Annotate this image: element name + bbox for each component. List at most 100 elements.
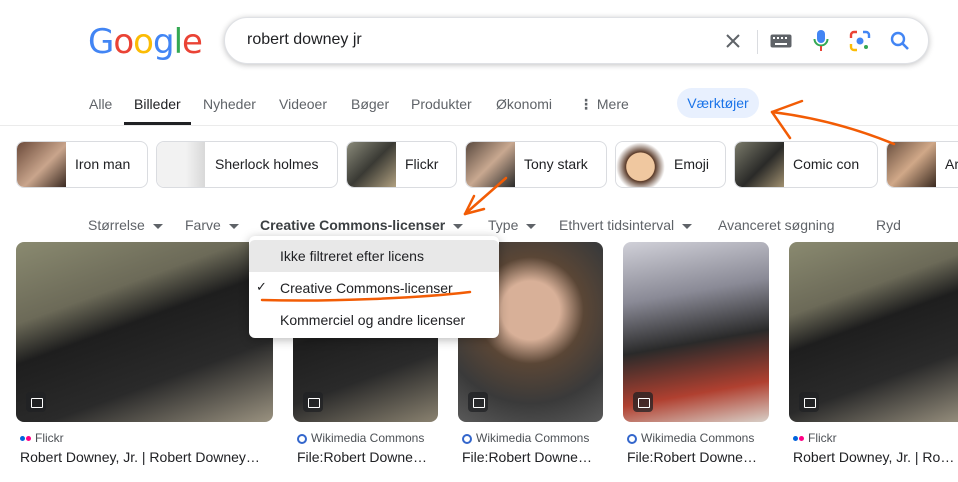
flickr-icon bbox=[793, 435, 804, 442]
flickr-icon bbox=[20, 435, 31, 442]
result-source[interactable]: Flickr bbox=[793, 431, 837, 445]
license-option-commercial[interactable]: Kommerciel og andre licenser bbox=[249, 304, 499, 336]
caret-down-icon bbox=[152, 223, 163, 229]
chip-label: Tony stark bbox=[524, 156, 588, 172]
filter-color[interactable]: Farve bbox=[185, 217, 239, 233]
google-logo[interactable]: Google bbox=[88, 22, 203, 62]
chip-flickr[interactable]: Flickr bbox=[346, 141, 457, 188]
result-source-label: Wikimedia Commons bbox=[641, 431, 755, 445]
tab-videoer[interactable]: Videoer bbox=[279, 96, 327, 112]
chip-label: Sherlock holmes bbox=[215, 156, 319, 172]
mic-icon[interactable] bbox=[808, 28, 834, 54]
result-source-label: Wikimedia Commons bbox=[476, 431, 590, 445]
image-icon bbox=[468, 392, 488, 412]
license-option-label: Ikke filtreret efter licens bbox=[280, 248, 424, 264]
chip-thumbnail bbox=[735, 142, 784, 187]
wikimedia-icon bbox=[627, 433, 637, 444]
search-input[interactable]: robert downey jr bbox=[247, 31, 362, 49]
tab-alle[interactable]: Alle bbox=[89, 96, 112, 112]
result-source[interactable]: Wikimedia Commons bbox=[627, 431, 754, 445]
search-divider bbox=[757, 30, 758, 54]
tab-more[interactable]: ⋮ Mere bbox=[579, 96, 629, 113]
chip-iron-man[interactable]: Iron man bbox=[16, 141, 148, 188]
license-option-unfiltered[interactable]: Ikke filtreret efter licens bbox=[249, 240, 499, 272]
result-title[interactable]: File:Robert Downe… bbox=[627, 449, 767, 465]
image-icon bbox=[799, 392, 819, 412]
tools-button[interactable]: Værktøjer bbox=[677, 88, 759, 118]
license-option-label: Creative Commons-licenser bbox=[280, 280, 453, 296]
license-dropdown-menu: Ikke filtreret efter licens ✓ Creative C… bbox=[249, 236, 499, 338]
caret-down-icon bbox=[453, 223, 464, 229]
caret-down-icon bbox=[682, 223, 693, 229]
advanced-search-link[interactable]: Avanceret søgning bbox=[718, 217, 834, 233]
result-title[interactable]: File:Robert Downe… bbox=[462, 449, 602, 465]
image-icon bbox=[633, 392, 653, 412]
image-result-4[interactable] bbox=[623, 242, 769, 422]
filter-type[interactable]: Type bbox=[488, 217, 537, 233]
chip-label: Emoji bbox=[674, 156, 710, 172]
chip-thumbnail bbox=[616, 142, 665, 187]
filter-type-label: Type bbox=[488, 217, 519, 233]
chip-emoji[interactable]: Emoji bbox=[615, 141, 726, 188]
filter-color-label: Farve bbox=[185, 217, 221, 233]
chip-thumbnail bbox=[17, 142, 66, 187]
chip-sherlock-holmes[interactable]: Sherlock holmes bbox=[156, 141, 338, 188]
filter-license[interactable]: Creative Commons-licenser bbox=[260, 217, 464, 233]
image-result-5[interactable] bbox=[789, 242, 958, 422]
result-source[interactable]: Wikimedia Commons bbox=[297, 431, 424, 445]
chip-label: Ar bbox=[945, 156, 958, 172]
chip-thumbnail bbox=[887, 142, 936, 187]
license-option-creative-commons[interactable]: ✓ Creative Commons-licenser bbox=[249, 272, 499, 304]
filter-time[interactable]: Ethvert tidsinterval bbox=[559, 217, 693, 233]
caret-down-icon bbox=[228, 223, 239, 229]
image-result-1[interactable] bbox=[16, 242, 273, 422]
logo-letter: l bbox=[173, 22, 184, 62]
result-title[interactable]: File:Robert Downe… bbox=[297, 449, 437, 465]
more-vert-icon: ⋮ bbox=[579, 96, 597, 112]
filter-size[interactable]: Størrelse bbox=[88, 217, 163, 233]
chip-label: Iron man bbox=[75, 156, 131, 172]
tab-boger[interactable]: Bøger bbox=[351, 96, 389, 112]
logo-letter: g bbox=[152, 22, 175, 62]
chip-comic-con[interactable]: Comic con bbox=[734, 141, 878, 188]
check-icon: ✓ bbox=[256, 279, 267, 294]
tab-nyheder[interactable]: Nyheder bbox=[203, 96, 256, 112]
chip-tony-stark[interactable]: Tony stark bbox=[465, 141, 607, 188]
logo-letter: G bbox=[88, 22, 114, 62]
wikimedia-icon bbox=[297, 433, 307, 444]
chip-label: Flickr bbox=[405, 156, 439, 172]
license-option-label: Kommerciel og andre licenser bbox=[280, 312, 466, 328]
filter-size-label: Størrelse bbox=[88, 217, 145, 233]
wikimedia-icon bbox=[462, 433, 472, 444]
chip-thumbnail bbox=[157, 142, 205, 187]
result-source-label: Flickr bbox=[35, 431, 64, 445]
clear-filters-link[interactable]: Ryd bbox=[876, 217, 901, 233]
close-icon[interactable] bbox=[720, 28, 746, 54]
tab-billeder[interactable]: Billeder bbox=[134, 96, 181, 112]
logo-letter: e bbox=[182, 22, 203, 62]
active-tab-indicator bbox=[124, 122, 191, 125]
result-source-label: Wikimedia Commons bbox=[311, 431, 425, 445]
filter-time-label: Ethvert tidsinterval bbox=[559, 217, 675, 233]
result-title[interactable]: Robert Downey, Jr. | Robert Downey… bbox=[20, 449, 270, 465]
tab-more-label: Mere bbox=[596, 96, 629, 112]
search-icon[interactable] bbox=[887, 28, 913, 54]
tab-okonomi[interactable]: Økonomi bbox=[496, 96, 552, 112]
filter-license-label: Creative Commons-licenser bbox=[260, 217, 446, 233]
image-icon bbox=[26, 392, 46, 412]
keyboard-icon[interactable] bbox=[768, 28, 794, 54]
chip-label: Comic con bbox=[793, 156, 860, 172]
chip-thumbnail bbox=[347, 142, 396, 187]
lens-icon[interactable] bbox=[847, 28, 873, 54]
logo-letter: o bbox=[133, 22, 154, 62]
caret-down-icon bbox=[526, 223, 537, 229]
result-title[interactable]: Robert Downey, Jr. | Robert Downe bbox=[793, 449, 958, 465]
annotation-arrowhead bbox=[463, 194, 486, 216]
search-box[interactable]: robert downey jr bbox=[224, 17, 929, 64]
result-source[interactable]: Flickr bbox=[20, 431, 64, 445]
result-source[interactable]: Wikimedia Commons bbox=[462, 431, 589, 445]
chip-more[interactable]: Ar bbox=[886, 141, 958, 188]
result-source-label: Flickr bbox=[808, 431, 837, 445]
tab-produkter[interactable]: Produkter bbox=[411, 96, 472, 112]
nav-tabs: Alle Billeder Nyheder Videoer Bøger Prod… bbox=[0, 88, 958, 126]
